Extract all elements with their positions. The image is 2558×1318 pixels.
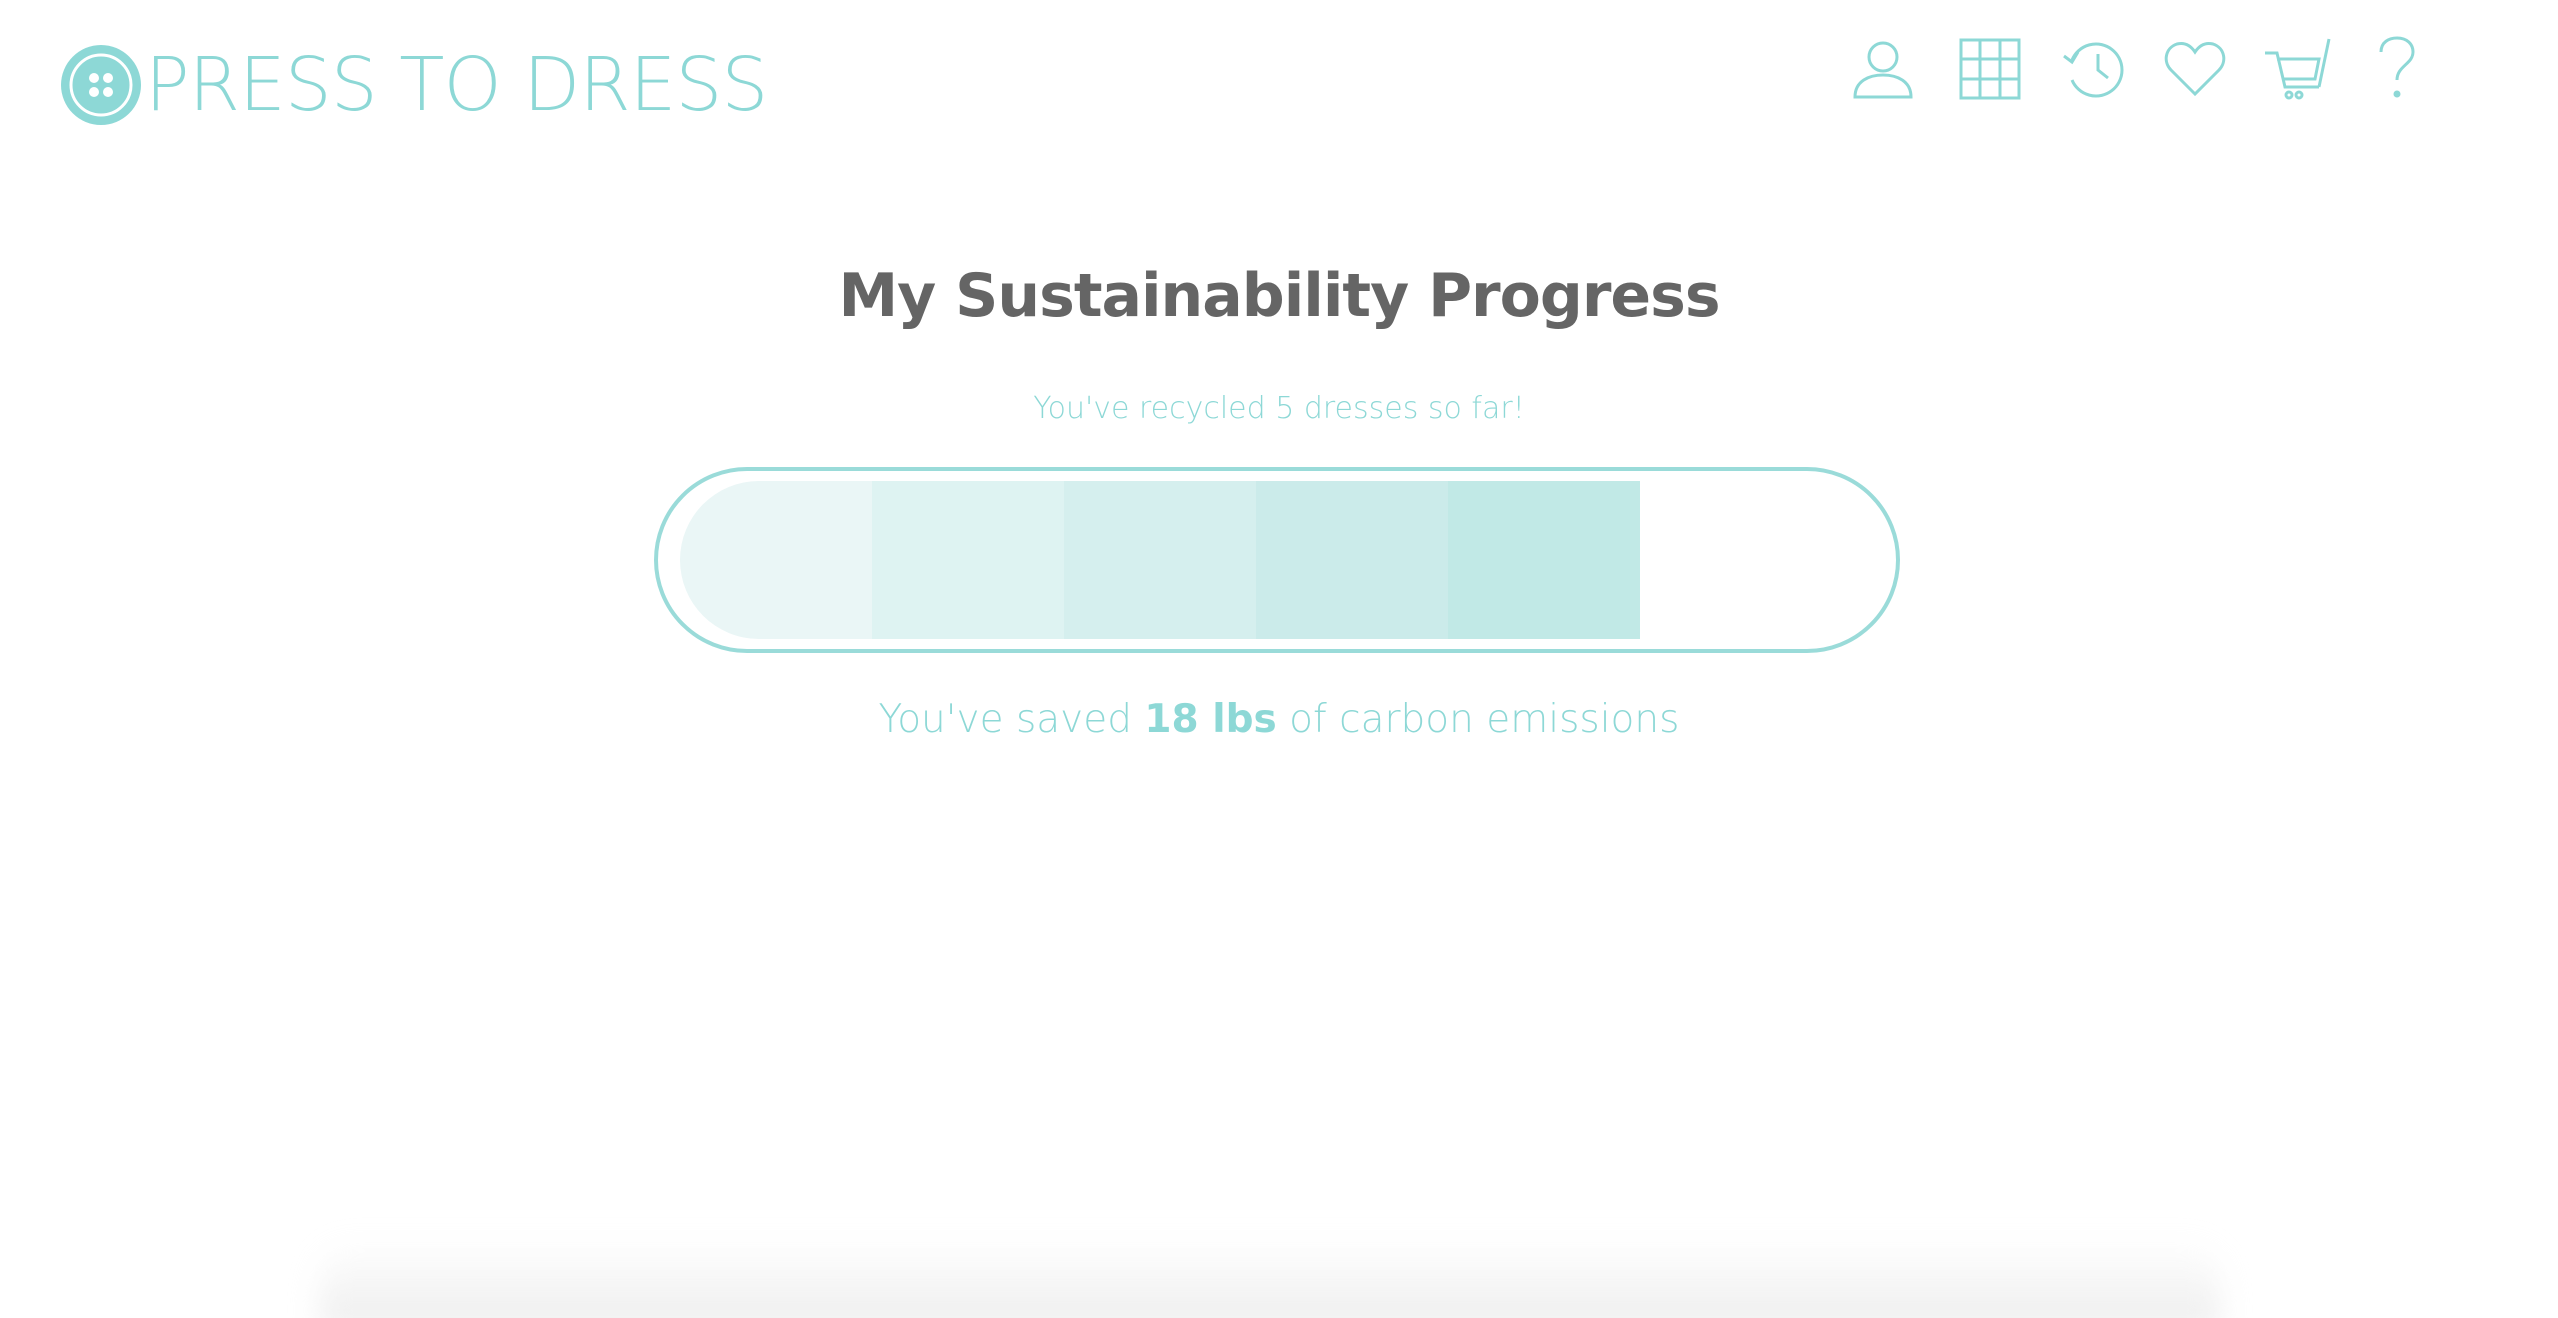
brand-logo-link[interactable]: PRESS TO DRESS [61,42,768,128]
progress-segment [1448,481,1640,639]
progress-fill [680,481,1640,639]
sustainability-progress-bar [654,467,1900,653]
button-logo-icon [61,45,141,125]
user-icon[interactable] [1846,34,1920,104]
brand-name: PRESS TO DRESS [145,42,768,128]
progress-segment [872,481,1064,639]
progress-segment [680,481,872,639]
progress-segment [1256,481,1448,639]
cart-icon[interactable] [2262,34,2332,104]
saved-suffix: of carbon emissions [1276,697,1680,742]
grid-icon[interactable] [1958,34,2022,104]
bottom-panel-shadow [320,1240,2220,1318]
saved-amount: 18 lbs [1144,697,1277,742]
recycled-count-text: You've recycled 5 dresses so far! [1033,391,1525,426]
page-title: My Sustainability Progress [838,261,1720,331]
heart-icon[interactable] [2162,34,2228,104]
carbon-saved-text: You've saved 18 lbs of carbon emissions [0,692,2558,748]
saved-prefix: You've saved [878,697,1145,742]
progress-segment [1064,481,1256,639]
history-icon[interactable] [2058,34,2128,104]
page: PRESS TO DRESS My Sustainability Progres… [0,0,2558,1318]
help-icon[interactable] [2372,34,2422,104]
